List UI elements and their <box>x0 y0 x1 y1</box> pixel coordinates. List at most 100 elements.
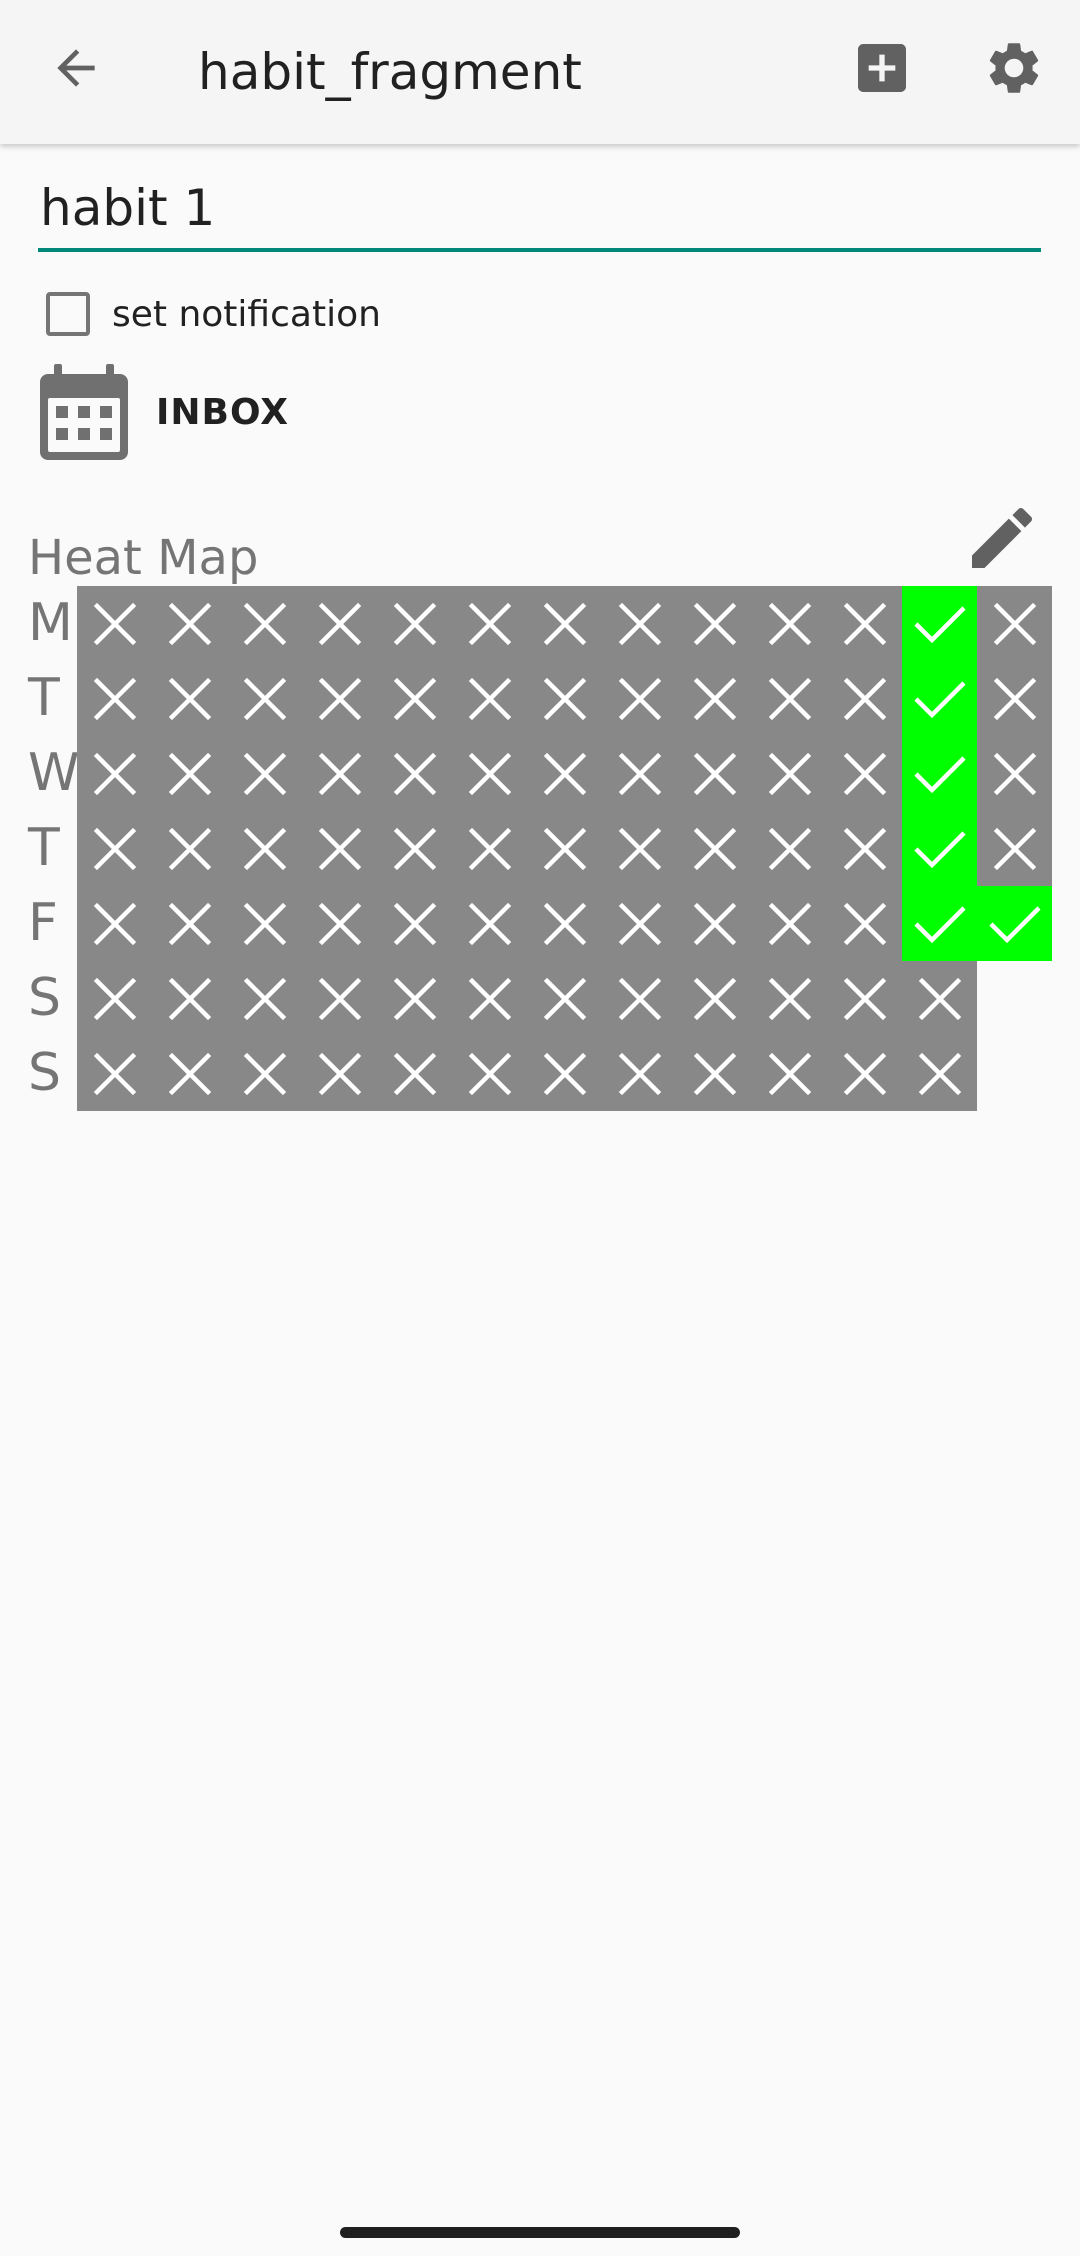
heatmap-cell-missed[interactable] <box>902 1036 977 1111</box>
heatmap-cell-missed[interactable] <box>377 811 452 886</box>
heatmap-cell-missed[interactable] <box>527 961 602 1036</box>
heatmap-cell-missed[interactable] <box>152 961 227 1036</box>
heatmap-cell-missed[interactable] <box>827 586 902 661</box>
heatmap-cell-done[interactable] <box>977 886 1052 961</box>
heatmap-cell-missed[interactable] <box>527 586 602 661</box>
heatmap-cell-missed[interactable] <box>452 586 527 661</box>
heatmap-cell-missed[interactable] <box>227 736 302 811</box>
heatmap-cell-missed[interactable] <box>302 661 377 736</box>
heatmap-cell-done[interactable] <box>902 736 977 811</box>
heatmap-cell-missed[interactable] <box>752 661 827 736</box>
heatmap-cell-missed[interactable] <box>377 1036 452 1111</box>
heatmap-cell-missed[interactable] <box>602 886 677 961</box>
heatmap-cell-missed[interactable] <box>752 736 827 811</box>
settings-button[interactable] <box>974 28 1054 108</box>
heatmap-cell-missed[interactable] <box>152 661 227 736</box>
heatmap-cell-missed[interactable] <box>752 886 827 961</box>
heatmap-cell-missed[interactable] <box>377 736 452 811</box>
heatmap-cell-missed[interactable] <box>227 811 302 886</box>
heatmap-cell-missed[interactable] <box>227 661 302 736</box>
heatmap-cell-missed[interactable] <box>152 1036 227 1111</box>
heatmap-cell-missed[interactable] <box>452 886 527 961</box>
heatmap-cell-missed[interactable] <box>752 961 827 1036</box>
heatmap-cell-done[interactable] <box>902 661 977 736</box>
heatmap-cell-missed[interactable] <box>227 1036 302 1111</box>
heatmap-cell-missed[interactable] <box>677 1036 752 1111</box>
heatmap-cell-missed[interactable] <box>227 586 302 661</box>
heatmap-cell-missed[interactable] <box>377 961 452 1036</box>
heatmap-cell-missed[interactable] <box>527 811 602 886</box>
heatmap-cell-missed[interactable] <box>77 736 152 811</box>
heatmap-cell-missed[interactable] <box>302 736 377 811</box>
heatmap-cell-missed[interactable] <box>77 811 152 886</box>
heatmap-cell-missed[interactable] <box>677 586 752 661</box>
heatmap-cell-missed[interactable] <box>752 586 827 661</box>
heatmap-cell-missed[interactable] <box>602 736 677 811</box>
inbox-row[interactable]: INBOX <box>40 364 289 460</box>
heatmap-cell-missed[interactable] <box>227 886 302 961</box>
heatmap-cell-missed[interactable] <box>302 961 377 1036</box>
heatmap-cell-done[interactable] <box>902 586 977 661</box>
heatmap-cell-missed[interactable] <box>977 661 1052 736</box>
heatmap-cell-missed[interactable] <box>77 1036 152 1111</box>
heatmap-cell-missed[interactable] <box>377 886 452 961</box>
heatmap-cell-missed[interactable] <box>827 661 902 736</box>
heatmap-cell-missed[interactable] <box>827 1036 902 1111</box>
heatmap-cell-missed[interactable] <box>827 886 902 961</box>
heatmap-cell-missed[interactable] <box>602 661 677 736</box>
heatmap-cell-missed[interactable] <box>452 661 527 736</box>
heatmap-cell-missed[interactable] <box>827 736 902 811</box>
heatmap-cell-done[interactable] <box>902 811 977 886</box>
heatmap-cell-missed[interactable] <box>227 961 302 1036</box>
heatmap-cell-missed[interactable] <box>152 736 227 811</box>
heatmap-cell-missed[interactable] <box>752 811 827 886</box>
heatmap-cell-missed[interactable] <box>677 961 752 1036</box>
heatmap-cell-missed[interactable] <box>77 586 152 661</box>
heatmap-cell-missed[interactable] <box>902 961 977 1036</box>
heatmap-cell-missed[interactable] <box>77 661 152 736</box>
heatmap-cell-missed[interactable] <box>677 736 752 811</box>
heatmap-cell-missed[interactable] <box>977 586 1052 661</box>
heatmap-cell-missed[interactable] <box>527 661 602 736</box>
notification-checkbox[interactable] <box>46 292 90 336</box>
heatmap-cell-missed[interactable] <box>977 811 1052 886</box>
heatmap-cell-missed[interactable] <box>452 736 527 811</box>
heatmap-cell-missed[interactable] <box>602 1036 677 1111</box>
edit-heatmap-button[interactable] <box>960 496 1044 580</box>
heatmap-cell-missed[interactable] <box>152 886 227 961</box>
heatmap-cell-missed[interactable] <box>152 586 227 661</box>
heatmap-cell-missed[interactable] <box>377 586 452 661</box>
heatmap-cell-missed[interactable] <box>677 811 752 886</box>
heatmap-cell-missed[interactable] <box>77 961 152 1036</box>
heatmap-cell-missed[interactable] <box>77 886 152 961</box>
heatmap-cell-missed[interactable] <box>977 736 1052 811</box>
heatmap-cell-missed[interactable] <box>602 811 677 886</box>
heatmap-cell-done[interactable] <box>902 886 977 961</box>
habit-name-field[interactable] <box>38 168 1041 252</box>
heatmap-cell-missed[interactable] <box>527 886 602 961</box>
calendar-icon[interactable] <box>40 364 128 460</box>
heatmap-cell-missed[interactable] <box>452 961 527 1036</box>
heatmap-cell-missed[interactable] <box>677 661 752 736</box>
notification-row[interactable]: set notification <box>46 286 381 342</box>
home-indicator[interactable] <box>340 2227 740 2238</box>
heatmap-cell-missed[interactable] <box>302 586 377 661</box>
heatmap-cell-missed[interactable] <box>377 661 452 736</box>
heatmap-cell-missed[interactable] <box>452 811 527 886</box>
back-button[interactable] <box>36 28 116 108</box>
heatmap-cell-missed[interactable] <box>527 1036 602 1111</box>
heatmap-cell-missed[interactable] <box>602 586 677 661</box>
heatmap-cell-missed[interactable] <box>152 811 227 886</box>
habit-name-input[interactable] <box>40 168 1030 248</box>
heatmap-cell-missed[interactable] <box>827 811 902 886</box>
heatmap-cell-missed[interactable] <box>302 1036 377 1111</box>
heatmap-cell-missed[interactable] <box>527 736 602 811</box>
heatmap-cell-missed[interactable] <box>452 1036 527 1111</box>
heatmap-cell-missed[interactable] <box>677 886 752 961</box>
heatmap-cell-missed[interactable] <box>827 961 902 1036</box>
heatmap-cell-missed[interactable] <box>752 1036 827 1111</box>
heatmap-cell-missed[interactable] <box>302 886 377 961</box>
heatmap-cell-missed[interactable] <box>602 961 677 1036</box>
heatmap-cell-missed[interactable] <box>302 811 377 886</box>
add-button[interactable] <box>842 28 922 108</box>
